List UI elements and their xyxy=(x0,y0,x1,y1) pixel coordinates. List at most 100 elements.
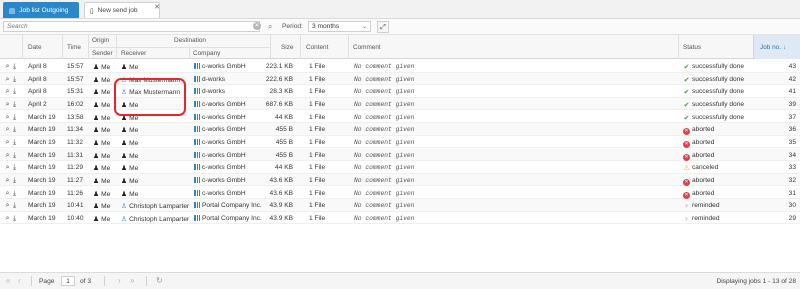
expand-button[interactable]: ⤢ xyxy=(377,21,389,33)
page-input[interactable]: 1 xyxy=(61,276,75,286)
table-row[interactable]: ⌕ ⤓ March 19 11:31 ♟ Me ♟ Me c-works GmbH 455 B1 … xyxy=(0,148,800,162)
download-icon[interactable]: ⤓ xyxy=(11,215,18,223)
table-row[interactable]: ⌕ ⤓ March 19 11:26 ♟ Me ♟ Me c-works GmbH 43.6 KB… xyxy=(0,187,800,199)
sender-name: Me xyxy=(101,89,111,97)
download-icon[interactable]: ⤓ xyxy=(11,139,18,147)
header-company[interactable]: Company xyxy=(193,50,220,57)
download-icon[interactable]: ⤓ xyxy=(11,152,18,160)
table-row[interactable]: ⌕ ⤓ March 19 11:32 ♟ Me ♟ Me c-works GmbH 455 B1 … xyxy=(0,136,800,149)
size-cell: 28.3 KB xyxy=(269,88,293,96)
sender-name: Me xyxy=(101,64,111,71)
divider xyxy=(146,276,147,286)
download-icon[interactable]: ⤓ xyxy=(11,114,18,122)
zoom-icon[interactable]: ⌕ xyxy=(4,63,11,71)
receiver-cell: ♟ Me xyxy=(121,139,138,147)
table-row[interactable]: ⌕ ⤓ March 19 10:40 ♟ Me ♙ Christoph Lamparter Po… xyxy=(0,212,800,225)
download-icon[interactable]: ⤓ xyxy=(11,190,18,198)
sender-name: Me xyxy=(101,76,111,84)
next-page-icon[interactable]: › xyxy=(118,276,121,285)
download-icon[interactable]: ⤓ xyxy=(11,126,18,134)
zoom-icon[interactable]: ⌕ xyxy=(4,202,11,210)
user-icon: ♟ xyxy=(93,89,100,97)
search-input[interactable] xyxy=(3,21,260,32)
header-destination: Destination xyxy=(174,37,206,44)
status-label: aborted xyxy=(692,138,715,146)
comment-cell: No comment given xyxy=(354,164,415,172)
zoom-icon[interactable]: ⌕ xyxy=(4,88,11,96)
download-icon[interactable]: ⤓ xyxy=(11,88,18,96)
status-aborted-icon: ✕ xyxy=(683,128,690,136)
company-name: c-works GmbH xyxy=(202,113,246,121)
zoom-icon[interactable]: ⌕ xyxy=(4,164,11,172)
last-page-icon[interactable]: » xyxy=(130,276,134,285)
status-cell: ✔ successfully done xyxy=(683,101,744,109)
company-icon xyxy=(194,88,200,95)
zoom-icon[interactable]: ⌕ xyxy=(4,114,11,122)
header-receiver[interactable]: Receiver xyxy=(121,50,146,57)
zoom-icon[interactable]: ⌕ xyxy=(4,76,11,84)
sender-cell: ♟ Me xyxy=(93,164,110,172)
download-icon[interactable]: ⤓ xyxy=(11,202,18,210)
zoom-icon[interactable]: ⌕ xyxy=(4,215,11,223)
period-select[interactable]: 3 months ⌄ xyxy=(308,21,371,32)
table-row[interactable]: ⌕ ⤓ March 19 11:34 ♟ Me ♟ Me c-works GmbH 455 B1 … xyxy=(0,123,800,136)
zoom-icon[interactable]: ⌕ xyxy=(4,101,11,109)
download-icon[interactable]: ⤓ xyxy=(11,164,18,172)
table-row[interactable]: ⌕ ⤓ March 19 11:27 ♟ Me ♟ Me c-works GmbH 43.6 KB… xyxy=(0,173,800,187)
time-cell: 10:40 xyxy=(67,214,84,222)
job-number-cell: 41 xyxy=(788,88,796,96)
download-icon[interactable]: ⤓ xyxy=(11,101,18,109)
receiver-name: Me xyxy=(129,190,139,198)
company-cell: c-works GmbH xyxy=(194,138,246,146)
tab-label: New send job xyxy=(97,7,138,14)
status-cell: ✕ aborted xyxy=(683,177,714,186)
row-actions: ⌕ ⤓ xyxy=(4,190,18,198)
job-number-cell: 37 xyxy=(788,113,796,121)
tab-new-send-job[interactable]: ▯ New send job ✕ xyxy=(84,2,160,18)
download-icon[interactable]: ⤓ xyxy=(11,76,18,84)
divider xyxy=(22,35,23,59)
status-done-icon: ✔ xyxy=(683,76,690,84)
first-page-icon[interactable]: « xyxy=(6,276,10,285)
company-icon xyxy=(194,164,200,171)
refresh-icon[interactable]: ↻ xyxy=(156,276,163,285)
external-user-icon: ♙ xyxy=(121,215,128,223)
zoom-icon[interactable]: ⌕ xyxy=(4,190,11,198)
job-number-cell: 42 xyxy=(788,75,796,83)
comment-cell: No comment given xyxy=(354,63,415,70)
receiver-name: Me xyxy=(129,165,139,173)
size-cell: 455 B xyxy=(275,126,293,134)
download-icon[interactable]: ⤓ xyxy=(11,177,18,185)
header-job-no[interactable]: Job no. ↓ xyxy=(760,44,786,51)
zoom-icon[interactable]: ⌕ xyxy=(4,139,11,147)
sender-cell: ♟ Me xyxy=(93,190,110,198)
search-icon[interactable]: ⌕ xyxy=(268,22,272,32)
header-date[interactable]: Date xyxy=(28,44,42,51)
company-icon xyxy=(194,138,200,145)
expand-icon: ⤢ xyxy=(380,24,386,31)
table-row[interactable]: ⌕ ⤓ April 8 15:57 ♟ Me ♟ Me c-works GmbH 223.1 KB… xyxy=(0,60,800,73)
time-cell: 11:27 xyxy=(67,176,84,184)
user-icon: ♟ xyxy=(121,127,128,135)
clear-icon[interactable]: ✕ xyxy=(253,22,261,30)
row-actions: ⌕ ⤓ xyxy=(4,139,18,147)
company-cell: c-works GmbH xyxy=(194,151,246,159)
table-row[interactable]: ⌕ ⤓ March 19 11:29 ♟ Me ♟ Me c-works GmbH 44 KB 1 … xyxy=(0,161,800,174)
header-comment[interactable]: Comment xyxy=(353,44,381,51)
prev-page-icon[interactable]: ‹ xyxy=(18,276,21,285)
download-icon[interactable]: ⤓ xyxy=(11,63,18,71)
zoom-icon[interactable]: ⌕ xyxy=(4,126,11,134)
zoom-icon[interactable]: ⌕ xyxy=(4,152,11,160)
header-time[interactable]: Time xyxy=(67,44,81,51)
tab-job-list-outgoing[interactable]: ▤ Job list Outgoing xyxy=(3,2,79,18)
table-row[interactable]: ⌕ ⤓ March 19 10:41 ♟ Me ♙ Christoph Lamparter Po… xyxy=(0,199,800,212)
close-icon[interactable]: ✕ xyxy=(154,3,160,11)
receiver-name: Me xyxy=(129,127,139,135)
header-content[interactable]: Content xyxy=(306,44,328,51)
header-sender[interactable]: Sender xyxy=(92,50,113,57)
header-size[interactable]: Size xyxy=(281,44,293,51)
zoom-icon[interactable]: ⌕ xyxy=(4,177,11,185)
receiver-cell: ♟ Me xyxy=(121,126,138,134)
status-cell: ✔ successfully done xyxy=(683,114,744,122)
header-status[interactable]: Status xyxy=(683,44,701,51)
